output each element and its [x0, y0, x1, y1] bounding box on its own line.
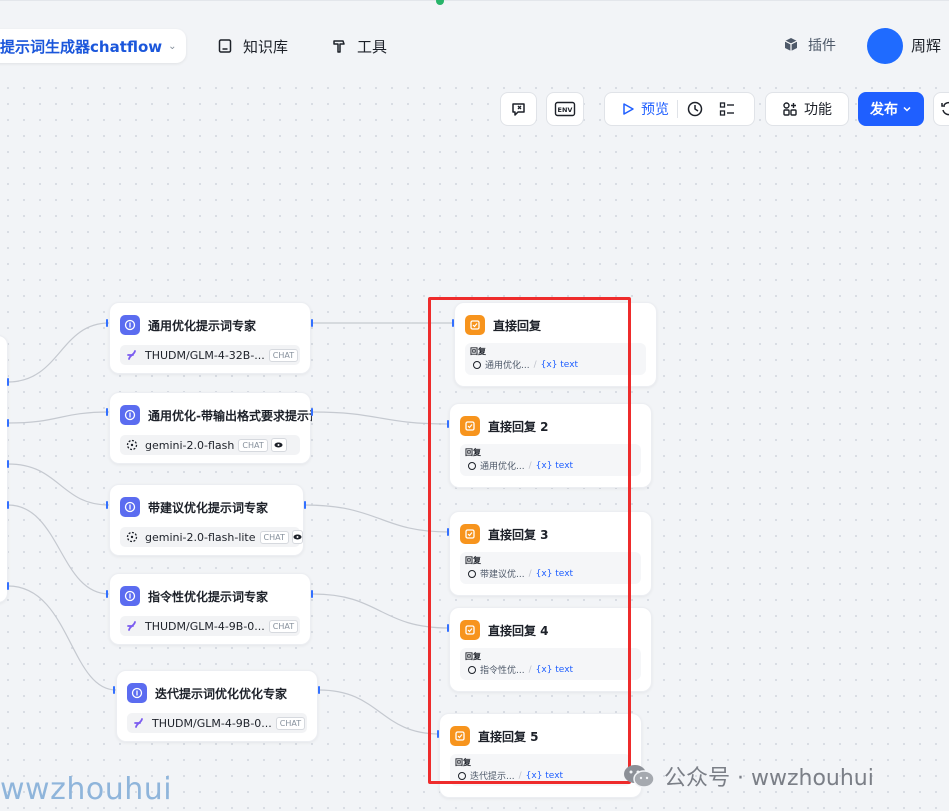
- llm-node[interactable]: 通用优化提示词专家 THUDM/GLM-4-32B-... CHAT: [109, 302, 311, 374]
- node-title: 带建议优化提示词专家: [148, 500, 269, 515]
- model-selector[interactable]: THUDM/GLM-4-32B-... CHAT: [120, 345, 300, 365]
- model-tag: CHAT: [268, 348, 299, 362]
- highlight-box: [428, 297, 631, 784]
- output-port[interactable]: [7, 378, 9, 386]
- model-name: THUDM/GLM-4-9B-0...: [145, 619, 265, 633]
- input-port[interactable]: [106, 408, 108, 416]
- node-title: 指令性优化提示词专家: [148, 589, 269, 604]
- start-node[interactable]: [0, 335, 8, 603]
- model-name: gemini-2.0-flash: [145, 438, 235, 452]
- edge: [7, 411, 110, 424]
- glm-icon: [133, 717, 145, 729]
- node-title: 迭代提示词优化优化专家: [155, 686, 288, 701]
- llm-icon: [120, 405, 140, 425]
- model-selector[interactable]: THUDM/GLM-4-9B-0... CHAT: [120, 616, 300, 636]
- output-port[interactable]: [7, 419, 9, 427]
- input-port[interactable]: [106, 501, 108, 509]
- watermark-right-text: 公众号 · wwzhouhui: [664, 766, 874, 791]
- llm-node[interactable]: 迭代提示词优化优化专家 THUDM/GLM-4-9B-0... CHAT: [116, 670, 318, 742]
- llm-node[interactable]: 带建议优化提示词专家 gemini-2.0-flash-lite CHAT: [109, 484, 304, 556]
- llm-icon: [120, 315, 140, 335]
- vision-icon: [270, 438, 287, 452]
- output-port[interactable]: [311, 408, 313, 416]
- wechat-icon: [622, 762, 656, 790]
- model-tag: CHAT: [275, 716, 306, 730]
- edge: [318, 689, 440, 735]
- glm-icon: [126, 349, 138, 361]
- output-port[interactable]: [311, 590, 313, 598]
- model-tag: CHAT: [238, 438, 268, 452]
- model-name: gemini-2.0-flash-lite: [145, 530, 256, 544]
- llm-node[interactable]: 指令性优化提示词专家 THUDM/GLM-4-9B-0... CHAT: [109, 573, 311, 645]
- gemini-icon: [126, 439, 138, 451]
- input-port[interactable]: [106, 319, 108, 327]
- vision-icon: [291, 530, 303, 544]
- edge: [7, 585, 117, 691]
- llm-icon: [120, 586, 140, 606]
- gemini-icon: [126, 531, 138, 543]
- model-tag: CHAT: [268, 619, 299, 633]
- output-port[interactable]: [7, 460, 9, 468]
- node-title: 通用优化-带输出格式要求提示词: [148, 408, 312, 423]
- output-port[interactable]: [7, 582, 9, 590]
- llm-icon: [120, 497, 140, 517]
- model-tag: CHAT: [259, 530, 289, 544]
- watermark-right: 公众号 · wwzhouhui: [622, 760, 874, 792]
- model-selector[interactable]: THUDM/GLM-4-9B-0... CHAT: [127, 713, 307, 733]
- output-port[interactable]: [7, 501, 9, 509]
- node-title: 通用优化提示词专家: [148, 318, 257, 333]
- output-port[interactable]: [311, 319, 313, 327]
- output-port[interactable]: [304, 501, 306, 509]
- model-name: THUDM/GLM-4-32B-...: [145, 348, 265, 362]
- watermark-left: wwzhouhui: [0, 772, 173, 807]
- edge: [7, 504, 110, 595]
- input-port[interactable]: [113, 686, 115, 694]
- input-port[interactable]: [106, 590, 108, 598]
- edge: [7, 463, 110, 506]
- output-port[interactable]: [318, 686, 320, 694]
- model-selector[interactable]: gemini-2.0-flash CHAT: [120, 435, 300, 455]
- llm-node[interactable]: 通用优化-带输出格式要求提示词 gemini-2.0-flash CHAT: [109, 392, 312, 464]
- edge: [7, 322, 110, 383]
- model-selector[interactable]: gemini-2.0-flash-lite CHAT: [120, 527, 303, 547]
- model-name: THUDM/GLM-4-9B-0...: [152, 716, 272, 730]
- glm-icon: [126, 620, 138, 632]
- llm-icon: [127, 683, 147, 703]
